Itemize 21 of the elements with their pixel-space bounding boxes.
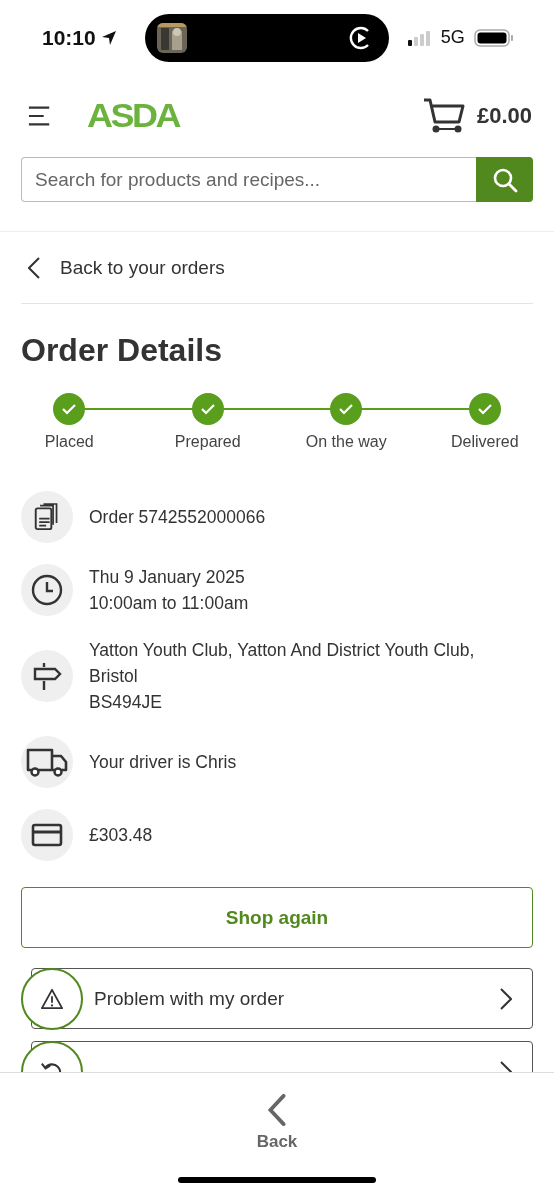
status-time: 10:10 <box>42 25 96 50</box>
step-label: On the way <box>305 433 387 451</box>
network-label: 5G <box>440 27 465 48</box>
detail-text: Yatton Youth Club, Yatton And District Youth Club, <box>89 639 475 662</box>
detail-text: BS494JE <box>89 691 163 714</box>
search-field[interactable]: Search for products and recipes... <box>21 157 476 202</box>
basket-total[interactable]: £0.00 <box>476 103 532 129</box>
detail-text: Your driver is Chris <box>89 751 237 774</box>
action-row[interactable]: Problem with my order <box>31 968 533 1029</box>
detail-text: Bristol <box>89 665 139 688</box>
step-label: Placed <box>44 433 94 451</box>
page-title: Order Details <box>21 332 223 369</box>
detail-text: Thu 9 January 2025 <box>89 566 246 589</box>
step-label: Delivered <box>450 433 519 451</box>
detail-text: £303.48 <box>89 824 153 847</box>
shop-again-button[interactable]: Shop again <box>21 887 533 948</box>
step-label: Prepared <box>174 433 241 451</box>
back-button[interactable]: Back <box>250 1093 304 1153</box>
detail-text: 10:00am to 11:00am <box>89 592 249 615</box>
detail-text: Order 5742552000066 <box>89 506 266 529</box>
back-link-text[interactable]: Back to your orders <box>60 256 225 279</box>
